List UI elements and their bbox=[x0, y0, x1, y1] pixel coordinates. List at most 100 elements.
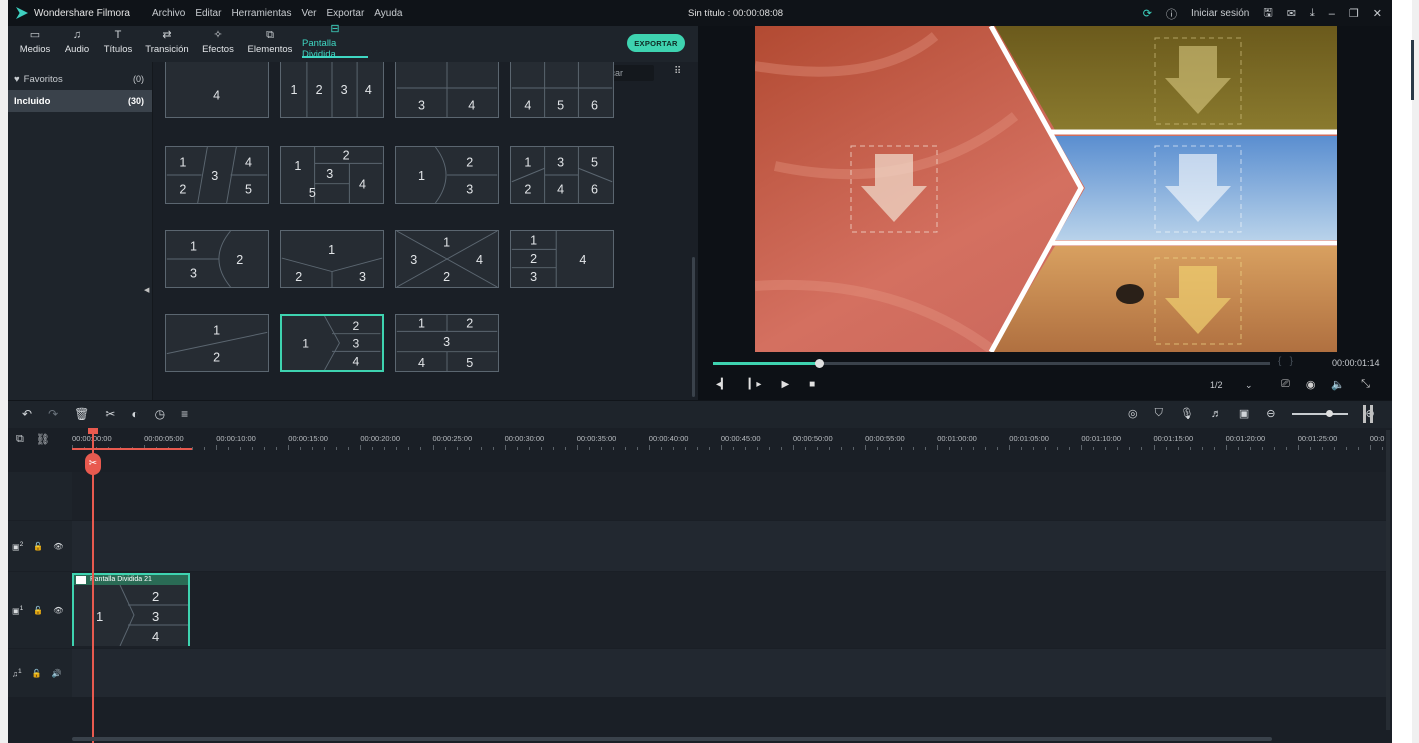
library-scrollbar[interactable] bbox=[692, 257, 695, 397]
tab-audio[interactable]: ♫ Audio bbox=[58, 26, 96, 58]
split-template-tile[interactable]: 1 2 3 bbox=[395, 146, 499, 204]
save-icon[interactable]: 🖫 bbox=[1263, 4, 1272, 23]
menu-exportar[interactable]: Exportar bbox=[327, 8, 365, 19]
svg-text:1: 1 bbox=[443, 235, 450, 249]
tab-pantalla-dividida[interactable]: ⊟ Pantalla Dividida bbox=[302, 23, 368, 60]
prev-frame-icon[interactable]: ◂▎ bbox=[716, 379, 729, 390]
playhead-top[interactable] bbox=[88, 428, 98, 434]
mic-icon[interactable]: 🎙 bbox=[1180, 407, 1194, 420]
timeline-ruler[interactable]: ⧉ ⛓ 00:00:00:0000:00:05:0000:00:10:0000:… bbox=[8, 428, 1392, 452]
ruler-tick-mark bbox=[768, 447, 770, 450]
marker-icon[interactable]: ⛉ bbox=[1155, 407, 1163, 420]
resolution-select[interactable]: 1/2 ⌄ bbox=[1210, 380, 1253, 391]
menu-herramientas[interactable]: Herramientas bbox=[231, 8, 291, 19]
eye-icon[interactable]: 👁 bbox=[53, 606, 63, 615]
undo-icon[interactable]: ↶ bbox=[22, 407, 32, 421]
timeline-vertical-scrollbar[interactable] bbox=[1386, 430, 1390, 730]
grid-view-icon[interactable]: ⠿ bbox=[674, 66, 681, 77]
display-icon[interactable]: ⎚ bbox=[1281, 378, 1290, 391]
menu-ver[interactable]: Ver bbox=[301, 8, 316, 19]
lock-icon[interactable]: 🔓 bbox=[32, 669, 42, 678]
scrubber-knob[interactable] bbox=[814, 359, 824, 368]
login-link[interactable]: Iniciar sesión bbox=[1191, 8, 1249, 19]
close-icon[interactable]: ✕ bbox=[1373, 7, 1382, 20]
split-template-tile[interactable]: 4 bbox=[165, 62, 269, 118]
zoom-slider[interactable] bbox=[1292, 409, 1349, 417]
info-icon[interactable]: ⓘ bbox=[1166, 6, 1177, 22]
speaker-icon[interactable]: 🔊 bbox=[52, 669, 62, 678]
tab-transicion[interactable]: ⇄ Transición bbox=[140, 26, 194, 58]
split-template-tile[interactable]: 1 2 3 4 bbox=[280, 62, 384, 118]
playhead-line[interactable] bbox=[92, 430, 94, 743]
track-lane[interactable] bbox=[72, 649, 1386, 697]
ruler-tick-label: 00:00:05:00 bbox=[144, 434, 184, 443]
render-icon[interactable]: ◎ bbox=[1128, 407, 1138, 420]
link-icon[interactable]: ⛓ bbox=[36, 433, 50, 446]
preview-scrubber[interactable] bbox=[713, 359, 1270, 368]
cut-icon[interactable]: ✂ bbox=[105, 407, 115, 421]
zoom-out-icon[interactable]: ⊖ bbox=[1266, 407, 1275, 420]
split-template-tile[interactable]: 1 3 2 bbox=[165, 230, 269, 288]
play-icon[interactable]: ▶ bbox=[781, 379, 789, 390]
collapse-sidebar-icon[interactable]: ◀ bbox=[144, 286, 149, 294]
split-template-tile[interactable]: 34 bbox=[395, 62, 499, 118]
eye-icon[interactable]: 👁 bbox=[53, 542, 63, 551]
timeline-horizontal-scrollbar[interactable] bbox=[72, 737, 1272, 741]
split-screen-clip[interactable]: Pantalla Dividida 21 1234 bbox=[72, 573, 190, 646]
restore-icon[interactable]: ❐ bbox=[1349, 7, 1359, 20]
sidebar-item-favoritos[interactable]: ♥ Favoritos (0) bbox=[8, 68, 152, 90]
split-template-tile-selected[interactable]: 1 2 3 4 bbox=[280, 314, 384, 372]
menu-editar[interactable]: Editar bbox=[195, 8, 221, 19]
add-track-icon[interactable]: ⧉ bbox=[16, 433, 24, 446]
audio-mix-icon[interactable]: ♬ bbox=[1211, 408, 1222, 420]
tab-efectos[interactable]: ✧ Efectos bbox=[194, 26, 242, 58]
subtitle-icon[interactable]: ▣ bbox=[1239, 407, 1249, 420]
next-frame-icon[interactable]: ▎▸ bbox=[749, 379, 762, 390]
fullscreen-icon[interactable]: ⤡ bbox=[1361, 378, 1370, 391]
ruler-tick-mark bbox=[1033, 447, 1035, 450]
zoom-slider-knob[interactable] bbox=[1326, 409, 1334, 417]
split-template-tile[interactable]: 1 2 3 4 bbox=[395, 230, 499, 288]
split-template-tile[interactable]: 12345 bbox=[165, 146, 269, 204]
mail-icon[interactable]: ✉ bbox=[1287, 7, 1296, 20]
speed-icon[interactable]: ◷ bbox=[155, 407, 165, 421]
svg-text:2: 2 bbox=[530, 252, 537, 266]
split-template-tile[interactable]: 1 2 3 4 bbox=[510, 230, 614, 288]
volume-icon[interactable]: 🔈 bbox=[1331, 378, 1345, 391]
snapshot-icon[interactable]: ◉ bbox=[1306, 378, 1316, 391]
split-template-tile[interactable]: 12 bbox=[165, 314, 269, 372]
tab-medios[interactable]: ▭ Medios bbox=[12, 26, 58, 58]
ruler-tick-mark bbox=[1105, 447, 1107, 450]
split-template-tile[interactable]: 1 2 3 4 5 6 bbox=[510, 146, 614, 204]
stop-icon[interactable]: ■ bbox=[809, 379, 815, 390]
tab-elementos[interactable]: ⧉ Elementos bbox=[242, 26, 298, 58]
download-icon[interactable]: ⤓ bbox=[1310, 7, 1315, 20]
menu-archivo[interactable]: Archivo bbox=[152, 8, 185, 19]
menu-ayuda[interactable]: Ayuda bbox=[374, 8, 402, 19]
split-template-tile[interactable]: 1 2 3 bbox=[280, 230, 384, 288]
svg-text:2: 2 bbox=[466, 317, 473, 331]
lock-icon[interactable]: 🔓 bbox=[33, 606, 43, 615]
playhead-handle[interactable]: ✂ bbox=[85, 453, 101, 475]
mark-in-out-icon[interactable]: { } bbox=[1278, 356, 1293, 367]
lock-icon[interactable]: 🔓 bbox=[33, 542, 43, 551]
minimize-icon[interactable]: – bbox=[1329, 8, 1335, 20]
split-template-tile[interactable]: 12345 bbox=[395, 314, 499, 372]
track-lane[interactable] bbox=[72, 572, 1386, 648]
adjust-icon[interactable]: ≡ bbox=[181, 407, 188, 421]
sidebar-item-incluido[interactable]: Incluido (30) bbox=[8, 90, 152, 112]
split-template-tile[interactable]: 4 5 6 bbox=[510, 62, 614, 118]
track-lane[interactable] bbox=[72, 472, 1386, 520]
ruler-tick-mark bbox=[312, 447, 314, 450]
ruler-tick-label: 00:00:45:00 bbox=[720, 434, 761, 443]
export-button[interactable]: EXPORTAR bbox=[627, 34, 685, 52]
delete-icon[interactable]: 🗑 bbox=[74, 407, 89, 421]
tab-titulos[interactable]: T Títulos bbox=[96, 26, 140, 58]
split-template-tile[interactable]: 12345 bbox=[280, 146, 384, 204]
track-lane[interactable] bbox=[72, 521, 1386, 571]
pause-icon[interactable] bbox=[1363, 405, 1373, 423]
sync-icon[interactable]: ⟳ bbox=[1143, 7, 1152, 20]
svg-text:1: 1 bbox=[213, 323, 220, 337]
redo-icon[interactable]: ↷ bbox=[48, 407, 58, 421]
color-icon[interactable]: ◐ bbox=[131, 407, 138, 421]
